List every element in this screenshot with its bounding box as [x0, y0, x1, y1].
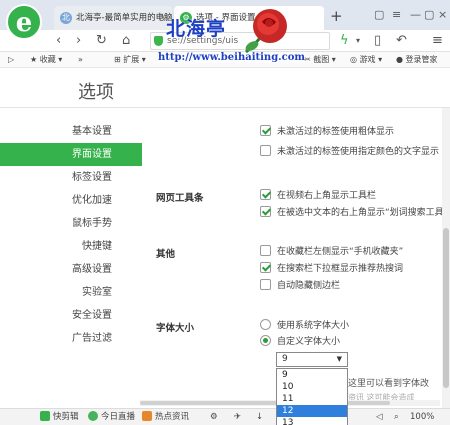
checkbox-unchecked[interactable]: [260, 245, 271, 256]
undo-icon[interactable]: ↶: [396, 33, 407, 49]
live-button[interactable]: 今日直播: [88, 409, 135, 425]
login-manager-button[interactable]: ● 登录管家: [396, 52, 438, 67]
font-size-dropdown-list: 9 10 11 12 13: [276, 368, 348, 425]
forward-icon[interactable]: ›: [76, 33, 81, 49]
settings-content: 未激活过的标签使用粗体显示 未激活过的标签使用指定颜色的文字显示 网页工具条 在…: [156, 120, 450, 408]
option-autohide-sidebar[interactable]: 自动隐藏侧边栏: [260, 279, 340, 292]
header-divider: [0, 107, 450, 108]
sidebar-item-tabs[interactable]: 标签设置: [0, 166, 142, 189]
menu-icon[interactable]: ≡: [392, 8, 401, 21]
screenshot-button[interactable]: ✂ 截图 ▾: [304, 52, 336, 67]
live-icon: [88, 410, 98, 421]
option-color-inactive-tabs[interactable]: 未激活过的标签使用指定颜色的文字显示: [260, 145, 439, 158]
chevron-down-icon: ▼: [336, 355, 342, 363]
maximize-icon[interactable]: ▢: [424, 8, 434, 21]
sidebar-toggle-icon[interactable]: ▷: [8, 52, 14, 67]
font-size-option[interactable]: 11: [277, 393, 347, 405]
font-size-option[interactable]: 9: [277, 369, 347, 381]
checkbox-checked[interactable]: [260, 262, 271, 273]
option-mobile-favorites[interactable]: 在收藏栏左侧显示“手机收藏夹”: [260, 245, 403, 258]
option-system-font-size[interactable]: 使用系统字体大小: [260, 319, 349, 332]
sidebar-item-basic[interactable]: 基本设置: [0, 120, 142, 143]
checkbox-checked[interactable]: [260, 125, 271, 136]
option-selection-search[interactable]: 在被选中文本的右上角显示“划词搜索工具: [260, 206, 444, 219]
status-bar: 快剪辑 今日直播 热点资讯 ⚙ ✈ ↓ ◁ ⌕ 100%: [0, 408, 450, 425]
sidebar-item-advanced[interactable]: 高级设置: [0, 258, 142, 281]
new-tab-button[interactable]: +: [330, 7, 343, 25]
quick-clip-button[interactable]: 快剪辑: [40, 409, 79, 425]
page-title: 选项: [78, 82, 114, 103]
section-label-font-size: 字体大小: [156, 323, 195, 334]
scrollbar-thumb[interactable]: [140, 401, 390, 405]
magnifier-icon[interactable]: ⌕: [394, 409, 399, 425]
font-size-select[interactable]: 9 ▼: [276, 352, 348, 367]
radio-selected[interactable]: [260, 335, 271, 346]
reload-icon[interactable]: ↻: [96, 33, 107, 49]
checkbox-checked[interactable]: [260, 189, 271, 200]
games-button[interactable]: ◎ 游戏 ▾: [350, 52, 382, 67]
news-icon: [142, 410, 152, 421]
bookmark-overflow-icon[interactable]: »: [78, 52, 83, 67]
font-size-option-highlighted[interactable]: 12: [277, 405, 347, 417]
site-favicon-icon: 北: [60, 12, 72, 24]
browser-logo: e: [6, 4, 42, 40]
checkbox-unchecked[interactable]: [260, 145, 271, 156]
rose-icon: [245, 9, 287, 54]
checkbox-checked[interactable]: [260, 206, 271, 217]
option-bold-inactive-tabs[interactable]: 未激活过的标签使用粗体显示: [260, 125, 394, 138]
section-label-webtools: 网页工具条: [156, 193, 204, 204]
clip-icon: [40, 410, 50, 421]
skin-icon[interactable]: ▢: [374, 8, 384, 21]
sidebar-item-optimize[interactable]: 优化加速: [0, 189, 142, 212]
home-icon[interactable]: ⌂: [122, 33, 130, 49]
sidebar-item-security[interactable]: 安全设置: [0, 304, 142, 327]
font-size-option[interactable]: 13: [277, 417, 347, 425]
sidebar-item-adblock[interactable]: 广告过滤: [0, 327, 142, 350]
back-icon[interactable]: ‹: [56, 33, 61, 49]
scrollbar-thumb[interactable]: [443, 228, 449, 388]
option-custom-font-size[interactable]: 自定义字体大小: [260, 335, 340, 348]
sidebar-item-shortcuts[interactable]: 快捷键: [0, 235, 142, 258]
close-window-icon[interactable]: ×: [438, 8, 447, 21]
shield-icon: [154, 36, 163, 46]
favorites-button[interactable]: ★ 收藏 ▾: [30, 52, 62, 67]
option-hot-search[interactable]: 在搜索栏下拉框显示推荐热搜词: [260, 262, 403, 275]
sidebar-item-mouse-gestures[interactable]: 鼠标手势: [0, 212, 142, 235]
font-size-option[interactable]: 10: [277, 381, 347, 393]
tools-icon[interactable]: ⚙: [210, 409, 218, 425]
more-menu-icon[interactable]: ≡: [432, 33, 443, 49]
watermark-title: 北海亭: [166, 18, 227, 40]
vertical-scrollbar[interactable]: [442, 108, 450, 408]
extensions-button[interactable]: ⊞ 扩展 ▾: [114, 52, 146, 67]
option-video-toolbar[interactable]: 在视频右上角显示工具栏: [260, 189, 376, 202]
checkbox-unchecked[interactable]: [260, 279, 271, 290]
sidebar-item-interface[interactable]: 界面设置: [0, 143, 142, 166]
lightning-icon[interactable]: ϟ: [340, 33, 349, 49]
tab-beihaiting[interactable]: 北 北海亭-最简单实用的电脑 ×: [54, 6, 172, 30]
minimize-icon[interactable]: —: [410, 8, 421, 21]
dropdown-icon[interactable]: ▾: [356, 33, 360, 49]
sidebar-item-lab[interactable]: 实验室: [0, 281, 142, 304]
news-button[interactable]: 热点资讯: [142, 409, 189, 425]
zoom-level[interactable]: 100%: [410, 409, 434, 425]
download-icon[interactable]: ↓: [256, 409, 263, 425]
tab-title: 北海亭-最简单实用的电脑: [76, 13, 172, 23]
pin-icon[interactable]: ✈: [234, 409, 241, 425]
section-label-other: 其他: [156, 249, 176, 260]
settings-sidebar: 基本设置 界面设置 标签设置 优化加速 鼠标手势 快捷键 高级设置 实验室 安全…: [0, 120, 142, 350]
phone-icon[interactable]: ▯: [374, 33, 381, 49]
radio-unselected[interactable]: [260, 319, 271, 330]
speaker-icon[interactable]: ◁: [376, 409, 383, 425]
